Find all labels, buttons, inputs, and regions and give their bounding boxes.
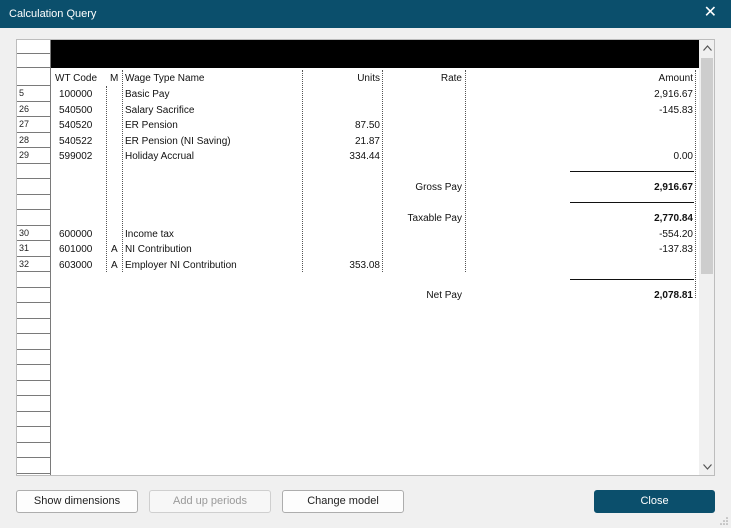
subtotal-line <box>570 279 694 280</box>
gutter-cell <box>17 396 50 412</box>
amount-cell: -137.83 <box>659 244 693 255</box>
row-number-32[interactable]: 32 <box>17 257 50 272</box>
redacted-header <box>51 40 699 68</box>
vertical-scrollbar[interactable] <box>699 40 714 475</box>
wage-type-name-cell: Basic Pay <box>125 89 170 100</box>
subtotal-line <box>570 171 694 172</box>
gutter-cell <box>17 334 50 350</box>
gutter-cell <box>17 54 50 68</box>
wt-code-cell: 540500 <box>59 104 93 116</box>
gutter-cell <box>17 412 50 427</box>
close-button[interactable]: Close <box>594 490 715 513</box>
title-bar: Calculation Query ✕ <box>0 0 731 28</box>
gutter-cell <box>17 458 50 474</box>
net-pay-value: 2,078.81 <box>654 290 693 301</box>
column-separator <box>695 70 696 298</box>
m-cell: A <box>111 259 118 271</box>
column-header-rate[interactable]: Rate <box>385 72 462 85</box>
gutter-cell <box>17 210 50 226</box>
wage-type-name-cell: ER Pension (NI Saving) <box>125 135 231 147</box>
column-separator <box>465 70 466 272</box>
gutter-cell <box>17 443 50 458</box>
resize-grip-icon[interactable] <box>720 517 728 525</box>
scrollbar-thumb[interactable] <box>701 58 713 274</box>
close-icon[interactable]: ✕ <box>704 2 717 22</box>
wage-type-name-cell: Holiday Accrual <box>125 151 194 162</box>
wt-code-cell: 601000 <box>59 244 93 255</box>
column-header-m[interactable]: M <box>110 72 118 85</box>
column-separator <box>382 70 383 272</box>
wage-type-name-cell: ER Pension <box>125 120 178 131</box>
gutter-header-cell <box>17 68 50 86</box>
row-number-5[interactable]: 5 <box>17 86 50 102</box>
taxable-pay-value: 2,770.84 <box>654 213 693 224</box>
gutter-cell <box>17 288 50 303</box>
net-pay-label: Net Pay <box>426 290 462 301</box>
gutter-cell <box>17 381 50 396</box>
units-cell: 87.50 <box>354 120 380 131</box>
column-header-wage-type-name[interactable]: Wage Type Name <box>125 72 204 85</box>
column-header-amount[interactable]: Amount <box>467 72 693 85</box>
wt-code-cell: 603000 <box>59 259 93 271</box>
column-header-wt-code[interactable]: WT Code <box>55 72 97 85</box>
subtotal-line <box>570 202 694 203</box>
row-number-29[interactable]: 29 <box>17 148 50 164</box>
chevron-down-icon[interactable] <box>699 460 714 475</box>
column-header-units[interactable]: Units <box>302 72 380 85</box>
wt-code-cell: 100000 <box>59 89 93 100</box>
wt-code-cell: 540522 <box>59 135 93 147</box>
show-dimensions-button[interactable]: Show dimensions <box>16 490 138 513</box>
gutter-cell <box>17 179 50 195</box>
wage-type-name-cell: Employer NI Contribution <box>125 259 237 271</box>
calculation-grid: 5 26 27 28 29 30 31 32 WT Code M Wage Ty… <box>16 39 715 476</box>
wage-type-name-cell: NI Contribution <box>125 244 192 255</box>
column-separator <box>302 70 303 272</box>
gutter-cell <box>17 350 50 365</box>
add-up-periods-button[interactable]: Add up periods <box>149 490 271 513</box>
column-separator <box>122 70 123 272</box>
row-number-27[interactable]: 27 <box>17 117 50 133</box>
amount-cell: 2,916.67 <box>654 89 693 100</box>
wt-code-cell: 600000 <box>59 228 93 240</box>
gutter-cell <box>17 195 50 210</box>
taxable-pay-label: Taxable Pay <box>407 213 462 224</box>
gutter-cell <box>17 40 50 54</box>
row-number-30[interactable]: 30 <box>17 226 50 241</box>
change-model-button[interactable]: Change model <box>282 490 404 513</box>
window-title: Calculation Query <box>9 8 97 20</box>
gutter-cell <box>17 303 50 319</box>
wage-type-name-cell: Salary Sacrifice <box>125 104 195 116</box>
m-cell: A <box>111 244 118 255</box>
wt-code-cell: 599002 <box>59 151 93 162</box>
row-number-28[interactable]: 28 <box>17 133 50 148</box>
gross-pay-label: Gross Pay <box>415 182 462 193</box>
gutter-cell <box>17 272 50 288</box>
column-separator <box>106 86 107 272</box>
row-number-26[interactable]: 26 <box>17 102 50 117</box>
units-cell: 334.44 <box>349 151 380 162</box>
chevron-up-icon[interactable] <box>699 41 714 57</box>
wt-code-cell: 540520 <box>59 120 93 131</box>
wage-type-name-cell: Income tax <box>125 228 174 240</box>
row-number-31[interactable]: 31 <box>17 241 50 257</box>
amount-cell: 0.00 <box>673 151 693 162</box>
gross-pay-value: 2,916.67 <box>654 182 693 193</box>
gutter-cell <box>17 427 50 443</box>
gutter-cell <box>17 319 50 334</box>
gutter-cell <box>17 164 50 179</box>
units-cell: 353.08 <box>349 259 380 271</box>
units-cell: 21.87 <box>354 135 380 147</box>
row-gutter: 5 26 27 28 29 30 31 32 <box>17 40 51 475</box>
amount-cell: -554.20 <box>659 228 693 240</box>
amount-cell: -145.83 <box>659 104 693 116</box>
gutter-cell <box>17 365 50 381</box>
